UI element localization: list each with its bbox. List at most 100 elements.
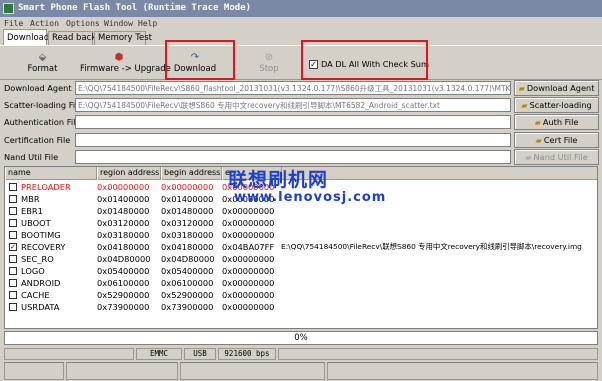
partition-name: USRDATA [21,302,60,312]
table-row[interactable]: ✓ RECOVERY 0x04180000 0x04180000 0x04BA07FF E… [5,241,597,253]
region-address: 0x03180000 [97,230,150,240]
download-agent-label: Download Agent [4,83,72,93]
folder-open-icon: ▰ [518,83,525,93]
column-header-begin-address[interactable]: begin address [161,167,222,180]
region-address: 0x04D80000 [97,254,151,264]
watermark-url: www.lenovosj.com [234,190,387,205]
region-address: 0x00000000 [97,182,150,192]
stop-label: Stop [259,64,279,74]
status-cell-blank [4,348,134,360]
column-header-region-address[interactable]: region address [97,167,161,180]
partition-checkbox[interactable] [9,207,17,215]
certification-file-label: Certification File [4,135,71,145]
partition-checkbox[interactable] [9,267,17,275]
partition-checkbox[interactable] [9,279,17,287]
end-address: 0x00000000 [222,254,275,264]
begin-address: 0x06100000 [161,278,214,288]
table-row[interactable]: LOGO 0x05400000 0x05400000 0x00000000 [5,265,597,277]
partition-checkbox[interactable] [9,183,17,191]
begin-address: 0x04180000 [161,242,214,252]
partition-checkbox[interactable] [9,231,17,239]
partition-checkbox[interactable] [9,303,17,311]
auth-file-button-label: Auth File [542,117,579,127]
partition-checkbox[interactable] [9,255,17,263]
file-location: E:\QQ\754184500\FileRecv\联想S860 专用中文reco… [281,242,582,251]
partition-name: SEC_RO [21,254,54,264]
nand-util-file-label: Nand Util File [4,152,59,162]
scatter-loading-button-label: Scatter-loading [529,100,592,110]
partition-name: EBR1 [21,206,43,216]
end-address: 0x00000000 [222,230,275,240]
folder-open-icon: ▰ [535,135,542,145]
begin-address: 0x04D80000 [161,254,215,264]
status-baud: 921600 bps [218,348,276,360]
format-button[interactable]: ⬙ Format [20,52,65,74]
scatter-loading-field[interactable]: E:\QQ\754184500\FileRecv\联想S860 专用中文reco… [75,98,511,112]
region-address: 0x06100000 [97,278,150,288]
firmware-upgrade-icon: ⬢ [114,52,124,63]
cert-file-button[interactable]: ▰ Cert File [514,132,599,148]
table-row[interactable]: SEC_RO 0x04D80000 0x04D80000 0x00000000 [5,253,597,265]
nand-util-file-button[interactable]: ▰ Nand Util File [514,149,599,165]
partition-name: UBOOT [21,218,51,228]
stop-button[interactable]: ⊘ Stop [246,52,292,74]
window-title: Smart Phone Flash Tool (Runtime Trace Mo… [18,3,251,13]
nand-util-file-field[interactable] [75,150,511,164]
menu-window[interactable]: Window [104,17,133,30]
begin-address: 0x52900000 [161,290,214,300]
begin-address: 0x03180000 [161,230,214,240]
authentication-file-field[interactable] [75,115,511,129]
authentication-file-label: Authentication File [4,117,81,127]
status-cell-message [278,348,598,360]
format-label: Format [27,64,58,74]
tab-download[interactable]: Download [3,29,49,46]
watermark: 联想刷机网 www.lenovosj.com [228,170,388,205]
firmware-upgrade-label: Firmware -> Upgrade [80,64,171,74]
certification-file-field[interactable] [75,133,511,147]
folder-open-icon: ▰ [521,100,528,110]
table-row[interactable]: CACHE 0x52900000 0x52900000 0x00000000 [5,289,597,301]
stop-icon: ⊘ [264,52,274,63]
status-storage: EMMC [136,348,182,360]
table-row[interactable]: ANDROID 0x06100000 0x06100000 0x00000000 [5,277,597,289]
partition-checkbox[interactable] [9,195,17,203]
watermark-title: 联想刷机网 [228,169,329,191]
title-bar: Smart Phone Flash Tool (Runtime Trace Mo… [0,0,602,17]
progress-bar: 0% [4,331,598,345]
partition-name: RECOVERY [21,242,66,252]
end-address: 0x00000000 [222,302,275,312]
end-address: 0x00000000 [222,218,275,228]
table-row[interactable]: EBR1 0x01480000 0x01480000 0x00000000 [5,205,597,217]
tab-read-back[interactable]: Read back [48,31,96,45]
table-row[interactable]: BOOTIMG 0x03180000 0x03180000 0x00000000 [5,229,597,241]
menu-help[interactable]: Help [138,17,157,30]
region-address: 0x52900000 [97,290,150,300]
column-header-name[interactable]: name [5,167,97,180]
download-agent-field[interactable]: E:\QQ\754184500\FileRecv\S860_flashtool_… [75,81,511,95]
region-address: 0x01480000 [97,206,150,216]
download-agent-button-label: Download Agent [526,83,595,93]
partition-name: LOGO [21,266,45,276]
progress-text: 0% [294,333,308,343]
format-icon: ⬙ [38,52,47,63]
download-agent-button[interactable]: ▰ Download Agent [514,80,599,96]
end-address: 0x00000000 [222,278,275,288]
partition-checkbox[interactable] [9,291,17,299]
auth-file-button[interactable]: ▰ Auth File [514,114,599,130]
tab-memory-test[interactable]: Memory Test [94,31,152,45]
region-address: 0x03120000 [97,218,150,228]
table-row[interactable]: USRDATA 0x73900000 0x73900000 0x00000000 [5,301,597,313]
scatter-loading-button[interactable]: ▰ Scatter-loading [514,97,599,113]
region-address: 0x73900000 [97,302,150,312]
menu-options[interactable]: Options [66,17,100,30]
partition-checkbox[interactable]: ✓ [9,243,17,251]
partition-name: CACHE [21,290,50,300]
folder-open-icon: ▰ [525,152,532,162]
table-row[interactable]: UBOOT 0x03120000 0x03120000 0x00000000 [5,217,597,229]
firmware-upgrade-button[interactable]: ⬢ Firmware -> Upgrade [80,52,171,74]
partition-name: PRELOADER [21,182,71,192]
flash-tool-window: Smart Phone Flash Tool (Runtime Trace Mo… [0,0,602,381]
partition-name: BOOTIMG [21,230,61,240]
partition-checkbox[interactable] [9,219,17,227]
app-icon [3,3,14,14]
